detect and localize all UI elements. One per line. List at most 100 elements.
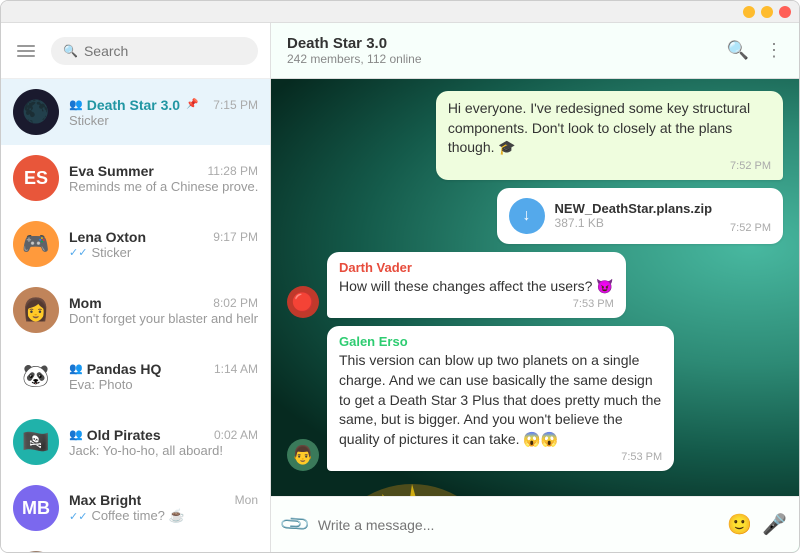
chat-preview: ✓✓ Sticker xyxy=(69,245,258,260)
chat-name: Mom xyxy=(69,295,102,311)
sender-avatar: 🔴 xyxy=(287,286,319,318)
group-icon: 👥 xyxy=(69,98,83,111)
group-icon: 👥 xyxy=(69,362,83,375)
title-bar xyxy=(1,1,799,23)
pin-icon: 📌 xyxy=(186,99,198,110)
message-row: Hi everyone. I've redesigned some key st… xyxy=(287,91,783,180)
chat-info: 👥Pandas HQ 1:14 AM Eva: Photo xyxy=(69,361,258,392)
avatar: 👤 xyxy=(13,551,59,552)
sidebar-header: 🔍 xyxy=(1,23,270,79)
avatar: MB xyxy=(13,485,59,531)
message-row: 🔴 Darth Vader How will these changes aff… xyxy=(287,252,783,319)
chat-item[interactable]: 🌑 👥Death Star 3.0📌 7:15 PM Sticker xyxy=(1,79,270,145)
search-input[interactable] xyxy=(84,43,246,59)
avatar: 👩 xyxy=(13,287,59,333)
chat-time: 11:28 PM xyxy=(208,164,258,178)
chat-preview: ✓✓ Coffee time? ☕ xyxy=(69,508,258,524)
file-size: 387.1 KB xyxy=(555,216,712,230)
main-chat: Death Star 3.0 242 members, 112 online 🔍… xyxy=(271,23,799,552)
message-text: How will these changes affect the users?… xyxy=(339,277,614,297)
more-options-icon[interactable]: ⋮ xyxy=(765,40,783,61)
menu-line xyxy=(17,55,35,57)
chat-item[interactable]: 🎮 Lena Oxton 9:17 PM ✓✓ Sticker xyxy=(1,211,270,277)
chat-top: 👥Old Pirates 0:02 AM xyxy=(69,427,258,443)
chat-top: Mom 8:02 PM xyxy=(69,295,258,311)
message-input[interactable] xyxy=(318,517,717,533)
group-icon: 👥 xyxy=(69,428,83,441)
search-box[interactable]: 🔍 xyxy=(51,37,258,65)
chat-info: Lena Oxton 9:17 PM ✓✓ Sticker xyxy=(69,229,258,260)
chat-preview: Sticker xyxy=(69,113,258,128)
chat-name: 👥Old Pirates xyxy=(69,427,161,443)
chat-header-info: Death Star 3.0 242 members, 112 online xyxy=(287,35,715,66)
chat-time: 1:14 AM xyxy=(214,362,258,376)
message-row: 👨 xyxy=(287,479,783,496)
avatar: 🏴‍☠️ xyxy=(13,419,59,465)
menu-line xyxy=(17,50,35,52)
close-button[interactable] xyxy=(779,6,791,18)
chat-header-status: 242 members, 112 online xyxy=(287,52,715,66)
chat-time: 0:02 AM xyxy=(214,428,258,442)
chat-time: 9:17 PM xyxy=(213,230,258,244)
chat-name: 👥Death Star 3.0📌 xyxy=(69,97,199,113)
chat-time: 7:15 PM xyxy=(213,98,258,112)
chat-item[interactable]: 🏴‍☠️ 👥Old Pirates 0:02 AM Jack: Yo-ho-ho… xyxy=(1,409,270,475)
read-check: ✓✓ xyxy=(69,510,87,523)
chat-info: Eva Summer 11:28 PM Reminds me of a Chin… xyxy=(69,163,258,194)
avatar: ES xyxy=(13,155,59,201)
chat-header-actions: 🔍 ⋮ xyxy=(727,40,783,61)
read-check: ✓✓ xyxy=(69,246,87,259)
message-text: Hi everyone. I've redesigned some key st… xyxy=(448,99,771,158)
chat-list: 🌑 👥Death Star 3.0📌 7:15 PM Sticker ES Ev… xyxy=(1,79,270,552)
menu-line xyxy=(17,45,35,47)
chat-name: Lena Oxton xyxy=(69,229,146,245)
chat-item[interactable]: 👩 Mom 8:02 PM Don't forget your blaster … xyxy=(1,277,270,343)
chat-item[interactable]: MB Max Bright Mon ✓✓ Coffee time? ☕ xyxy=(1,475,270,541)
title-bar-controls xyxy=(743,6,791,18)
menu-icon[interactable] xyxy=(13,41,39,61)
input-area: 📎 🙂 🎤 xyxy=(271,496,799,552)
message-time: 7:52 PM xyxy=(730,222,771,234)
chat-info: Mom 8:02 PM Don't forget your blaster an… xyxy=(69,295,258,326)
chat-item[interactable]: 👤 Lee Mon We can call it Galaxy Star 7 ;… xyxy=(1,541,270,552)
sidebar: 🔍 🌑 👥Death Star 3.0📌 7:15 PM Sticker ES … xyxy=(1,23,271,552)
chat-header-name: Death Star 3.0 xyxy=(287,35,715,52)
chat-preview: Eva: Photo xyxy=(69,377,258,392)
avatar: 🌑 xyxy=(13,89,59,135)
message-bubble: Galen Erso This version can blow up two … xyxy=(327,326,674,471)
search-header-icon[interactable]: 🔍 xyxy=(727,40,749,61)
message-sender: Darth Vader xyxy=(339,260,614,275)
chat-name: 👥Pandas HQ xyxy=(69,361,161,377)
message-bubble: Darth Vader How will these changes affec… xyxy=(327,252,626,319)
avatar: 🎮 xyxy=(13,221,59,267)
sticker-bubble xyxy=(327,479,497,496)
chat-info: 👥Death Star 3.0📌 7:15 PM Sticker xyxy=(69,97,258,128)
chat-top: Eva Summer 11:28 PM xyxy=(69,163,258,179)
message-time: 7:53 PM xyxy=(339,298,614,310)
chat-top: Max Bright Mon xyxy=(69,492,258,508)
chat-name: Max Bright xyxy=(69,492,141,508)
minimize-button[interactable] xyxy=(743,6,755,18)
chat-item[interactable]: ES Eva Summer 11:28 PM Reminds me of a C… xyxy=(1,145,270,211)
chat-preview: Reminds me of a Chinese prove...2 xyxy=(69,179,258,194)
message-time: 7:53 PM xyxy=(339,451,662,463)
download-button[interactable]: ↓ xyxy=(509,198,545,234)
message-row: 👨 Galen Erso This version can blow up tw… xyxy=(287,326,783,471)
messages-area: Hi everyone. I've redesigned some key st… xyxy=(271,79,799,496)
emoji-icon[interactable]: 🙂 xyxy=(727,512,752,537)
search-icon: 🔍 xyxy=(63,44,78,58)
sender-avatar: 👨 xyxy=(287,439,319,471)
message-row: ↓ NEW_DeathStar.plans.zip 387.1 KB 7:52 … xyxy=(287,188,783,244)
message-time: 7:52 PM xyxy=(448,160,771,172)
attach-icon[interactable]: 📎 xyxy=(278,507,313,542)
chat-info: Max Bright Mon ✓✓ Coffee time? ☕ xyxy=(69,492,258,524)
chat-top: 👥Pandas HQ 1:14 AM xyxy=(69,361,258,377)
mic-icon[interactable]: 🎤 xyxy=(762,512,787,537)
chat-item[interactable]: 🐼 👥Pandas HQ 1:14 AM Eva: Photo xyxy=(1,343,270,409)
chat-preview: Don't forget your blaster and helmet xyxy=(69,311,258,326)
file-info: NEW_DeathStar.plans.zip 387.1 KB xyxy=(555,201,712,230)
chat-info: 👥Old Pirates 0:02 AM Jack: Yo-ho-ho, all… xyxy=(69,427,258,458)
maximize-button[interactable] xyxy=(761,6,773,18)
message-text: This version can blow up two planets on … xyxy=(339,351,662,449)
file-name: NEW_DeathStar.plans.zip xyxy=(555,201,712,216)
